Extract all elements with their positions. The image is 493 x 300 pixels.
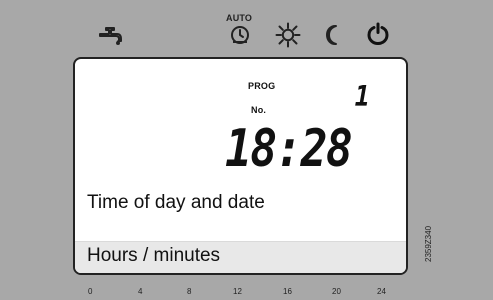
power-icon[interactable] xyxy=(366,22,390,46)
scale-tick-label: 16 xyxy=(283,287,292,296)
program-number: 1 xyxy=(354,80,370,113)
scale-tick-label: 4 xyxy=(138,287,143,296)
scale-tick-label: 24 xyxy=(377,287,386,296)
scale-tick-label: 0 xyxy=(88,287,93,296)
scale-tick-label: 8 xyxy=(187,287,192,296)
time-readout: 18:28 xyxy=(225,119,353,179)
number-label: No. xyxy=(251,105,267,115)
part-code: 2359Z340 xyxy=(424,225,433,262)
device-panel: AUTO PROG No. 1 18:28 Time of day and da… xyxy=(0,0,493,300)
scale-tick-label: 20 xyxy=(332,287,341,296)
auto-clock-icon[interactable] xyxy=(228,23,252,47)
scale-tick-label: 12 xyxy=(233,287,242,296)
program-label: PROG xyxy=(248,81,276,91)
auto-label: AUTO xyxy=(226,13,253,23)
moon-icon[interactable] xyxy=(324,24,342,46)
setting-title: Time of day and date xyxy=(87,192,265,213)
sun-icon[interactable] xyxy=(275,22,301,48)
setting-subtitle: Hours / minutes xyxy=(87,245,221,266)
water-tap-icon[interactable] xyxy=(97,22,125,46)
display-screen: PROG No. 1 18:28 Time of day and date Ho… xyxy=(73,57,408,275)
